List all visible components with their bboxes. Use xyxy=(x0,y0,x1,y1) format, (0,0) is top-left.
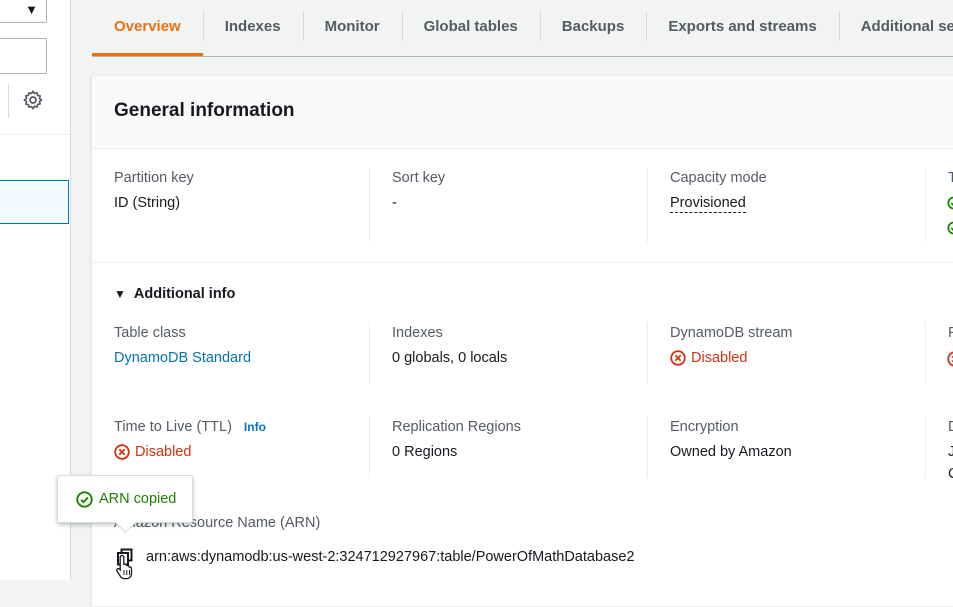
ttl-status: Disabled xyxy=(114,444,191,460)
column-divider xyxy=(369,322,370,384)
success-icon xyxy=(947,221,953,235)
error-icon xyxy=(114,444,130,460)
ttl-label: Time to Live (TTL) xyxy=(114,419,232,435)
replication-regions-label: Replication Regions xyxy=(392,419,521,435)
caret-down-icon: ▼ xyxy=(25,2,38,17)
ttl-info-link[interactable]: Info xyxy=(244,420,266,434)
column-divider xyxy=(925,416,926,478)
table-class-field: Table class DynamoDB Standard xyxy=(114,325,364,366)
sort-key-label: Sort key xyxy=(392,170,446,186)
additional-info-toggle[interactable]: ▼ Additional info xyxy=(114,286,235,302)
tab-overview[interactable]: Overview xyxy=(92,0,203,56)
ttl-label-row: Time to Live (TTL) Info xyxy=(114,419,364,435)
caret-down-icon: ▼ xyxy=(114,287,126,301)
indexes-label: Indexes xyxy=(392,325,443,341)
truncated-field: D J C xyxy=(948,419,953,482)
dynamodb-stream-status: Disabled xyxy=(670,350,747,366)
tab-global-tables[interactable]: Global tables xyxy=(401,0,540,52)
gear-icon[interactable] xyxy=(22,89,44,111)
capacity-mode-label: Capacity mode xyxy=(670,170,767,186)
column-divider xyxy=(369,168,370,242)
error-icon xyxy=(947,351,953,367)
truncated-value: C xyxy=(948,466,953,482)
panel-title: General information xyxy=(114,100,295,121)
indexes-value: 0 globals, 0 locals xyxy=(392,350,508,366)
replication-regions-value: 0 Regions xyxy=(392,444,458,460)
truncated-label: P xyxy=(948,325,953,341)
encryption-field: Encryption Owned by Amazon xyxy=(670,419,920,460)
truncated-field: T xyxy=(948,170,953,186)
filter-dropdown[interactable]: ▼ xyxy=(0,0,47,23)
replication-regions-field: Replication Regions 0 Regions xyxy=(392,419,642,460)
tab-monitor[interactable]: Monitor xyxy=(302,0,402,52)
encryption-label: Encryption xyxy=(670,419,739,435)
partition-key-label: Partition key xyxy=(114,170,194,186)
divider xyxy=(0,134,70,135)
table-class-label: Table class xyxy=(114,325,186,341)
success-icon xyxy=(76,490,93,508)
general-information-panel: General information Partition key ID (St… xyxy=(91,75,953,607)
sort-key-value: - xyxy=(392,195,397,211)
column-divider xyxy=(925,168,926,242)
dynamodb-stream-field: DynamoDB stream Disabled xyxy=(670,325,920,371)
additional-info-label: Additional info xyxy=(133,286,236,302)
table-details-tabs: Overview Indexes Monitor Global tables B… xyxy=(92,0,953,57)
capacity-mode-field: Capacity mode Provisioned xyxy=(670,170,920,213)
ttl-field: Time to Live (TTL) Info Disabled xyxy=(114,419,364,465)
encryption-value: Owned by Amazon xyxy=(670,444,792,460)
panel-header: General information xyxy=(92,76,953,149)
column-divider xyxy=(925,322,926,384)
table-class-value-link[interactable]: DynamoDB Standard xyxy=(114,350,364,366)
divider xyxy=(8,84,9,118)
column-divider xyxy=(369,416,370,478)
dynamodb-stream-value: Disabled xyxy=(691,350,748,366)
arn-value: arn:aws:dynamodb:us-west-2:324712927967:… xyxy=(146,549,635,565)
column-divider xyxy=(647,168,648,242)
arn-copied-popover: ARN copied xyxy=(57,475,193,534)
indexes-field: Indexes 0 globals, 0 locals xyxy=(392,325,642,366)
truncated-label: T xyxy=(948,170,953,186)
dynamodb-stream-label: DynamoDB stream xyxy=(670,325,793,341)
hand-pointer-cursor-icon xyxy=(116,554,133,580)
section-divider xyxy=(92,262,953,263)
partition-key-field: Partition key ID (String) xyxy=(114,170,364,211)
arn-row: arn:aws:dynamodb:us-west-2:324712927967:… xyxy=(114,546,634,568)
tab-additional-settings[interactable]: Additional settings xyxy=(838,0,953,52)
success-icon xyxy=(947,196,953,210)
capacity-mode-value[interactable]: Provisioned xyxy=(670,195,746,213)
error-icon xyxy=(670,350,686,366)
column-divider xyxy=(647,322,648,384)
popover-text: ARN copied xyxy=(99,491,177,507)
truncated-field: P xyxy=(948,325,953,341)
truncated-label: D xyxy=(948,419,953,435)
tab-indexes[interactable]: Indexes xyxy=(202,0,303,52)
tab-backups[interactable]: Backups xyxy=(539,0,647,52)
column-divider xyxy=(647,416,648,478)
truncated-value: J xyxy=(948,444,953,460)
tab-exports-and-streams[interactable]: Exports and streams xyxy=(646,0,838,52)
search-tables-input[interactable] xyxy=(0,38,47,74)
partition-key-value: ID (String) xyxy=(114,195,181,211)
sort-key-field: Sort key - xyxy=(392,170,642,211)
selected-table-item[interactable] xyxy=(0,180,69,224)
ttl-value: Disabled xyxy=(135,444,192,460)
